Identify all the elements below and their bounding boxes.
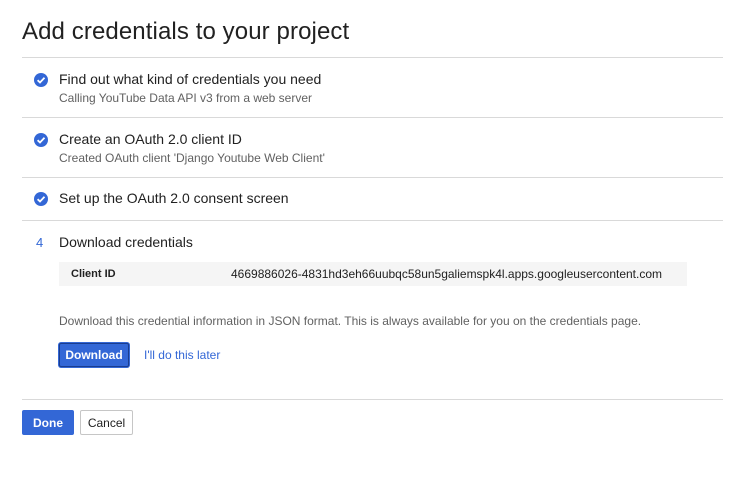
step-title: Set up the OAuth 2.0 consent screen [59,190,289,206]
check-circle-icon [34,133,48,147]
step-number: 4 [36,235,44,250]
step-subtitle: Calling YouTube Data API v3 from a web s… [59,91,313,105]
client-id-value[interactable]: 4669886026-4831hd3eh66uubqc58un5galiemsp… [231,267,662,281]
client-id-label: Client ID [71,268,116,280]
cancel-button[interactable]: Cancel [80,410,133,435]
page-title: Add credentials to your project [22,18,350,45]
divider [22,399,723,400]
download-description: Download this credential information in … [59,314,642,328]
done-button[interactable]: Done [22,410,74,435]
check-circle-icon [34,192,48,206]
step-3: Set up the OAuth 2.0 consent screen [22,178,723,220]
step-title: Find out what kind of credentials you ne… [59,71,322,87]
step-title: Download credentials [59,234,193,250]
credentials-steps: Find out what kind of credentials you ne… [22,57,723,400]
do-later-link[interactable]: I'll do this later [144,348,220,362]
step-title: Create an OAuth 2.0 client ID [59,131,242,147]
download-button[interactable]: Download [59,343,129,367]
step-subtitle: Created OAuth client 'Django Youtube Web… [59,151,325,165]
step-2: Create an OAuth 2.0 client ID Created OA… [22,118,723,177]
client-id-box: Client ID 4669886026-4831hd3eh66uubqc58u… [59,262,687,286]
step-4: 4 Download credentials Client ID 4669886… [22,221,723,399]
check-circle-icon [34,73,48,87]
step-1: Find out what kind of credentials you ne… [22,58,723,117]
